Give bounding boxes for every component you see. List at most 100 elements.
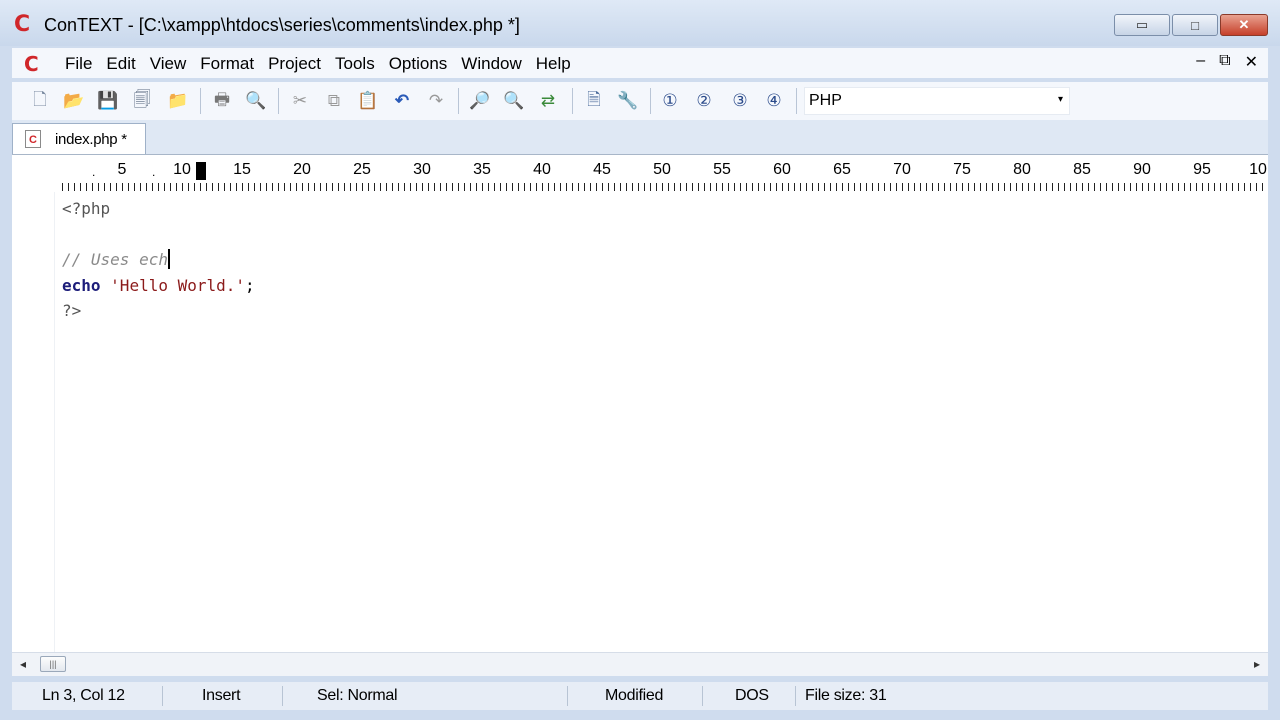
ruler-number: 35 [473,161,491,178]
doc-restore-icon[interactable]: ⧉ [1219,52,1230,72]
new-file-icon[interactable]: 🗋 [28,89,52,113]
save-icon[interactable]: 💾 [96,89,120,113]
document-controls: – ⧉ ✕ [1196,52,1258,72]
undo-icon[interactable]: ↶ [390,89,414,113]
copy-icon[interactable]: ⧉ [322,89,346,113]
status-selection-mode[interactable]: Sel: Normal [317,682,398,710]
status-modified: Modified [605,687,664,704]
tab-index-php[interactable]: C index.php * [12,123,146,154]
language-value: PHP [809,92,842,109]
ruler-number: 60 [773,161,791,178]
menu-tools[interactable]: Tools [328,53,382,75]
ruler-number: 90 [1133,161,1151,178]
horizontal-scrollbar[interactable]: ◂ ||| ▸ [12,652,1268,676]
ruler-cursor-marker [196,162,206,180]
toolbar-separator [572,88,573,114]
code-editor[interactable]: <?php // Uses ech echo 'Hello World.'; ?> [12,192,1268,652]
app-window: C ConTEXT - [C:\xampp\htdocs\series\comm… [0,0,1280,720]
status-file-size: File size: 31 [805,687,887,704]
menu-window[interactable]: Window [454,53,528,75]
text-caret [167,249,170,269]
menu-edit[interactable]: Edit [99,53,142,75]
ruler-number: 80 [1013,161,1031,178]
maximize-icon: □ [1191,17,1199,33]
comment-text: // Uses ech [62,250,168,269]
replace-icon[interactable]: ⇄ [536,89,560,113]
ruler-number: 25 [353,161,371,178]
ruler-number: 85 [1073,161,1091,178]
scroll-thumb[interactable]: ||| [40,656,66,672]
menu-format[interactable]: Format [193,53,261,75]
ruler-number: 10 [1249,161,1267,178]
menu-options[interactable]: Options [382,53,455,75]
window-title: ConTEXT - [C:\xampp\htdocs\series\commen… [44,15,520,35]
menu-project[interactable]: Project [261,53,328,75]
print-preview-icon[interactable]: 🔍 [244,89,268,113]
user-command-2-icon[interactable]: ② [692,89,716,113]
scroll-left-icon[interactable]: ◂ [20,657,26,671]
php-file-icon: C [25,130,41,148]
minimize-button[interactable]: ▭ [1114,14,1170,36]
tools-icon[interactable]: 🔧 [616,89,640,113]
ruler-number: 50 [653,161,671,178]
window-controls: ▭ □ ✕ [1114,14,1268,36]
save-all-icon[interactable]: 🗐 [130,89,154,113]
app-logo-icon: C [14,12,31,37]
ruler-number: 95 [1193,161,1211,178]
ruler: . 5 . 10 15 20 25 30 35 40 45 50 55 60 6… [12,154,1268,192]
find-next-icon[interactable]: 🔍 [502,89,526,113]
statement-terminator: ; [245,275,255,295]
php-open-tag: <?php [62,199,111,218]
menu-bar: C File Edit View Format Project Tools Op… [12,48,1268,78]
open-file-icon[interactable]: 📂 [62,89,86,113]
paste-icon[interactable]: 📋 [356,89,380,113]
close-icon: ✕ [1238,17,1250,32]
status-separator [282,686,283,706]
ruler-number: 15 [233,161,251,178]
menu-help[interactable]: Help [529,53,578,75]
ruler-number: 45 [593,161,611,178]
close-button[interactable]: ✕ [1220,14,1268,36]
ruler-number: 65 [833,161,851,178]
cut-icon[interactable]: ✂ [288,89,312,113]
user-command-3-icon[interactable]: ③ [728,89,752,113]
status-line-endings[interactable]: DOS [735,682,769,710]
status-insert-mode[interactable]: Insert [202,682,241,710]
tab-strip: C index.php * [12,120,1268,154]
title-bar[interactable]: C ConTEXT - [C:\xampp\htdocs\series\comm… [0,0,1280,46]
language-select[interactable]: PHP ▾ [804,87,1070,115]
status-separator [702,686,703,706]
toolbar-separator [650,88,651,114]
menu-items: File Edit View Format Project Tools Opti… [58,53,578,75]
toolbar: 🗋 📂 💾 🗐 📁 🖶 🔍 ✂ ⧉ 📋 ↶ ↷ 🔎 🔍 ⇄ 🗎 🔧 ① ② ③ … [12,82,1268,120]
toolbar-separator [458,88,459,114]
doc-minimize-icon[interactable]: – [1196,52,1205,72]
editor-gutter[interactable] [12,192,55,652]
status-bar: Ln 3, Col 12 Insert Sel: Normal Modified… [12,682,1268,710]
menu-view[interactable]: View [143,53,194,75]
document-menu-icon[interactable]: C [24,52,39,76]
toolbar-separator [796,88,797,114]
toolbar-separator [278,88,279,114]
file-compare-icon[interactable]: 🗎 [582,89,606,113]
user-command-1-icon[interactable]: ① [658,89,682,113]
print-icon[interactable]: 🖶 [210,89,234,113]
redo-icon[interactable]: ↷ [424,89,448,113]
user-command-4-icon[interactable]: ④ [762,89,786,113]
ruler-number: 55 [713,161,731,178]
find-icon[interactable]: 🔎 [468,89,492,113]
maximize-button[interactable]: □ [1172,14,1218,36]
code-content[interactable]: <?php // Uses ech echo 'Hello World.'; ?> [62,196,255,324]
doc-close-icon[interactable]: ✕ [1245,52,1258,72]
scroll-right-icon[interactable]: ▸ [1254,657,1260,671]
ruler-number: 20 [293,161,311,178]
chevron-down-icon: ▾ [1057,94,1063,105]
status-separator [162,686,163,706]
open-folder-icon[interactable]: 📁 [166,89,190,113]
ruler-ticks [62,183,1268,191]
status-separator [795,686,796,706]
status-cursor-position: Ln 3, Col 12 [42,687,125,704]
menu-file[interactable]: File [58,53,99,75]
ruler-dot: . [92,165,96,179]
